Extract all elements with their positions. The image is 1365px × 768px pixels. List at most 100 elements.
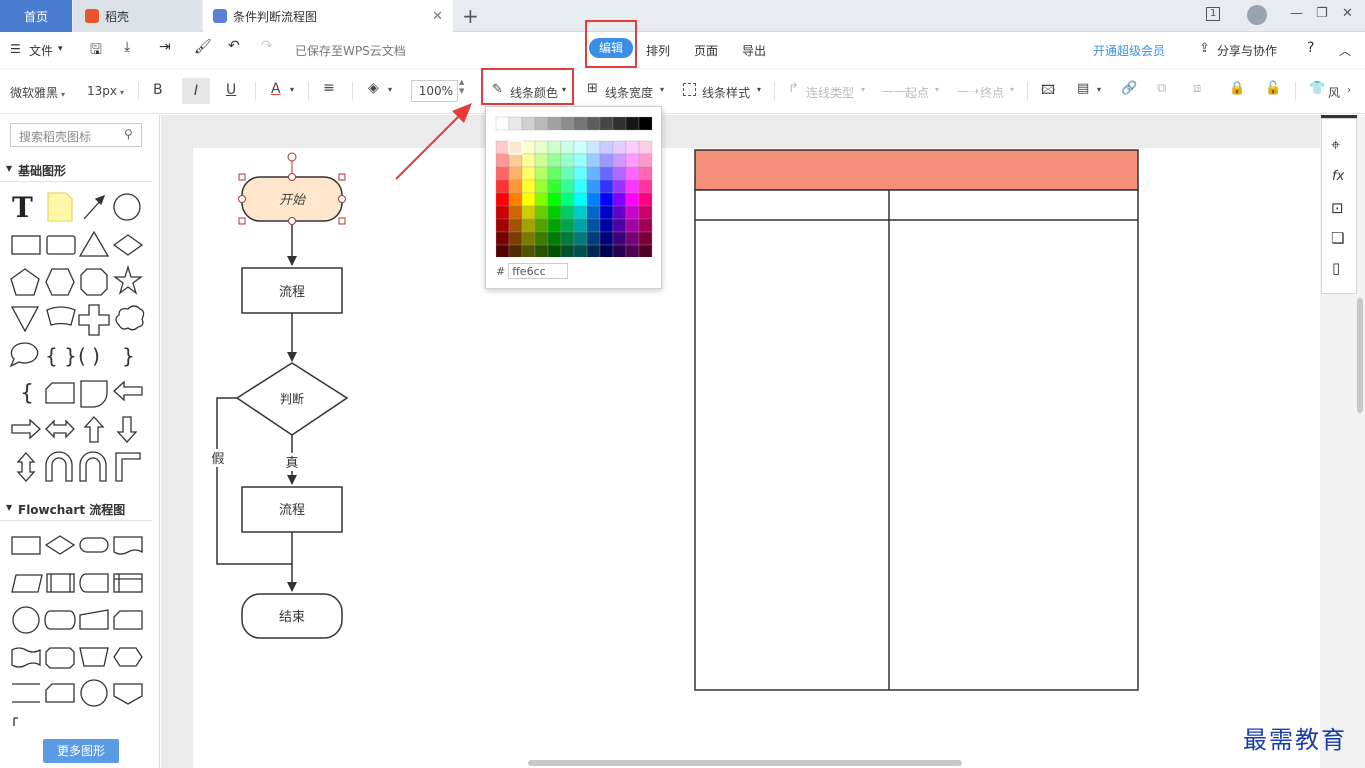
color-swatch[interactable] <box>560 218 575 233</box>
color-swatch[interactable] <box>521 140 536 155</box>
color-swatch[interactable] <box>638 218 653 233</box>
rounded-rectangle-icon[interactable] <box>46 235 76 255</box>
gray-swatch[interactable] <box>625 116 640 131</box>
tab-docer[interactable]: 稻壳 <box>73 0 201 32</box>
export-icon[interactable]: ⇥ <box>159 39 171 55</box>
search-input[interactable]: 搜索稻壳图标 <box>10 123 142 147</box>
fc-data-icon[interactable] <box>11 574 43 593</box>
color-swatch[interactable] <box>547 179 562 194</box>
color-swatch[interactable] <box>521 179 536 194</box>
color-swatch[interactable] <box>508 218 523 233</box>
tab-home[interactable]: 首页 <box>0 0 72 32</box>
color-swatch[interactable] <box>599 166 614 181</box>
shirt-icon[interactable]: 👕 <box>1309 81 1325 96</box>
gray-swatch[interactable] <box>547 116 562 131</box>
menu-page[interactable]: 页面 <box>694 42 718 59</box>
color-swatch[interactable] <box>599 179 614 194</box>
corner-shape-icon[interactable] <box>115 452 141 482</box>
vip-link[interactable]: 开通超级会员 <box>1093 42 1165 59</box>
gray-swatch[interactable] <box>534 116 549 131</box>
color-swatch[interactable] <box>521 205 536 220</box>
color-picker-popup[interactable]: # ffe6cc <box>485 106 662 289</box>
add-tab-icon[interactable]: + <box>462 4 479 28</box>
color-swatch[interactable] <box>586 218 601 233</box>
color-swatch[interactable] <box>547 218 562 233</box>
pages-icon[interactable]: ❏ <box>1331 229 1344 247</box>
color-swatch[interactable] <box>599 244 614 257</box>
vertical-scrollbar[interactable] <box>1357 298 1363 413</box>
color-swatch[interactable] <box>547 231 562 246</box>
color-swatch[interactable] <box>612 192 627 207</box>
brackets-icon[interactable]: ( ) <box>78 344 100 368</box>
chevron-down-icon[interactable]: ▾ <box>861 85 865 94</box>
color-swatch[interactable] <box>625 205 640 220</box>
color-swatch[interactable] <box>534 192 549 207</box>
color-swatch[interactable] <box>612 179 627 194</box>
triangle-shape-icon[interactable] <box>78 230 110 257</box>
collapse-icon[interactable]: ︿ <box>1339 42 1351 59</box>
color-swatch[interactable] <box>586 179 601 194</box>
bold-button[interactable]: B <box>153 82 163 98</box>
page-indicator[interactable]: 1 <box>1206 7 1221 21</box>
color-swatch[interactable] <box>547 153 562 168</box>
color-swatch[interactable] <box>638 166 653 181</box>
color-swatch[interactable] <box>547 166 562 181</box>
star-shape-icon[interactable] <box>113 264 143 295</box>
double-arrow-icon[interactable] <box>45 419 75 439</box>
fc-decision-icon[interactable] <box>44 535 76 555</box>
color-swatch[interactable] <box>534 153 549 168</box>
color-swatch[interactable] <box>625 179 640 194</box>
zoom-stepper[interactable]: ▲ ▼ <box>459 78 464 96</box>
hex-input[interactable]: ffe6cc <box>508 263 569 279</box>
color-swatch[interactable] <box>495 166 510 181</box>
color-swatch[interactable] <box>521 218 536 233</box>
crop-icon[interactable]: ⊡ <box>1331 199 1344 217</box>
color-swatch[interactable] <box>638 153 653 168</box>
color-swatch[interactable] <box>521 153 536 168</box>
color-swatch[interactable] <box>508 153 523 168</box>
save-icon[interactable]: 🖫 <box>90 39 102 63</box>
color-swatch[interactable] <box>534 231 549 246</box>
color-swatch[interactable] <box>547 205 562 220</box>
chevron-down-icon[interactable]: ▾ <box>935 85 939 94</box>
fc-direct-data-icon[interactable] <box>44 610 76 630</box>
pentagon-shape-icon[interactable] <box>10 268 40 296</box>
color-swatch[interactable] <box>638 205 653 220</box>
arrow-right-icon[interactable] <box>11 418 41 440</box>
fc-document-icon[interactable] <box>113 536 143 555</box>
color-swatch[interactable] <box>638 179 653 194</box>
underline-button[interactable]: U <box>226 82 236 98</box>
color-swatch[interactable] <box>495 231 510 246</box>
chevron-down-icon[interactable]: ▾ <box>388 85 392 94</box>
close-tab-icon[interactable]: ✕ <box>432 9 443 24</box>
color-swatch[interactable] <box>573 166 588 181</box>
color-swatch[interactable] <box>495 179 510 194</box>
color-swatch[interactable] <box>573 140 588 155</box>
cloud-shape-icon[interactable] <box>115 305 145 331</box>
color-swatch[interactable] <box>638 192 653 207</box>
color-swatch[interactable] <box>560 205 575 220</box>
color-swatch[interactable] <box>560 244 575 257</box>
color-swatch[interactable] <box>495 153 510 168</box>
color-swatch[interactable] <box>495 244 510 257</box>
color-swatch[interactable] <box>495 218 510 233</box>
end-point-button[interactable]: 终点 <box>980 84 1004 101</box>
horizontal-scrollbar[interactable] <box>528 760 962 766</box>
color-swatch[interactable] <box>560 231 575 246</box>
color-swatch[interactable] <box>534 218 549 233</box>
color-swatch[interactable] <box>495 140 510 155</box>
color-swatch[interactable] <box>612 166 627 181</box>
color-swatch[interactable] <box>586 166 601 181</box>
hexagon-shape-icon[interactable] <box>45 268 75 296</box>
color-swatch[interactable] <box>495 192 510 207</box>
font-select[interactable]: 微软雅黑 ▾ <box>10 84 65 101</box>
color-swatch[interactable] <box>625 166 640 181</box>
fc-predefined-process-icon[interactable] <box>46 573 75 593</box>
fc-offpage-ref-icon[interactable] <box>113 683 143 705</box>
gray-swatch[interactable] <box>508 116 523 131</box>
gray-swatch[interactable] <box>521 116 536 131</box>
left-brace-icon[interactable]: { <box>20 381 34 406</box>
color-swatch[interactable] <box>508 179 523 194</box>
fc-manual-operation-icon[interactable] <box>79 647 109 667</box>
download-icon[interactable]: ⤓ <box>124 39 130 55</box>
